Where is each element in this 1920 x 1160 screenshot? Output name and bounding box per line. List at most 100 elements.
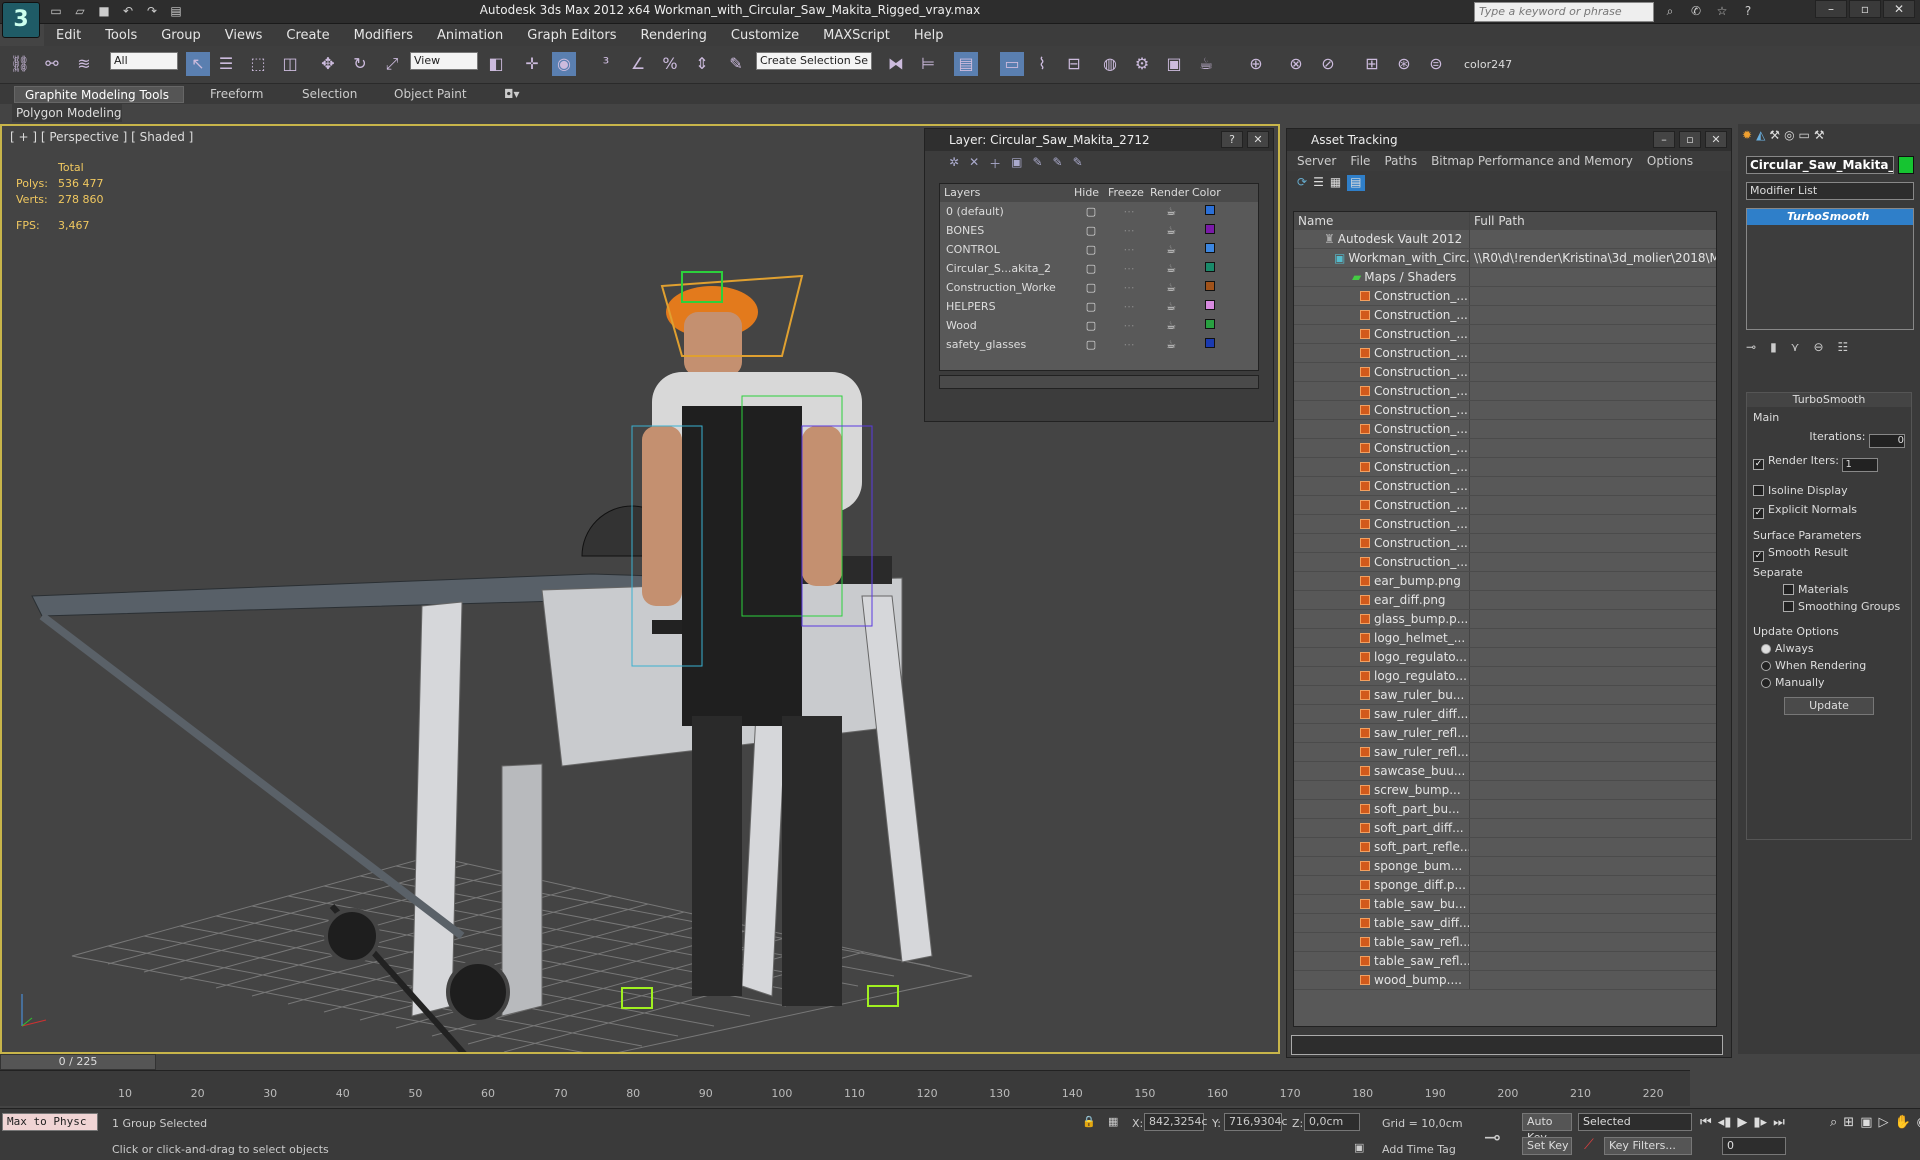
asset-dialog-title[interactable]: Asset Tracking – ▫ ✕	[1287, 129, 1731, 151]
prev-frame-icon[interactable]: ◂▮	[1718, 1115, 1732, 1130]
when-rendering-radio[interactable]	[1761, 661, 1771, 671]
play-icon[interactable]: ▶	[1737, 1115, 1747, 1130]
thumbnail-view-icon[interactable]: ▦	[1330, 175, 1341, 191]
layer-name[interactable]: 0 (default)	[940, 202, 1074, 221]
tab-selection[interactable]: Selection	[292, 86, 367, 103]
scale-icon[interactable]: ⤢	[380, 52, 404, 76]
layer-color-swatch[interactable]	[1192, 335, 1228, 354]
rendered-frame-icon[interactable]: ▣	[1162, 52, 1186, 76]
set-key-mode-icon[interactable]: ⊸	[1484, 1125, 1501, 1149]
list-view-icon[interactable]: ☰	[1313, 175, 1324, 191]
layer-close-button[interactable]: ✕	[1247, 131, 1269, 148]
highlight-layer-icon[interactable]: ✎	[1032, 155, 1042, 175]
layer-row[interactable]: Wood ▢ ⋯ ☕	[940, 316, 1258, 335]
tab-graphite-modeling[interactable]: Graphite Modeling Tools	[14, 86, 184, 103]
reference-coordinate-dropdown[interactable]: View	[410, 52, 478, 70]
asset-path-field[interactable]	[1291, 1035, 1723, 1055]
graphite-ribbon-icon[interactable]: ▭	[1000, 52, 1024, 76]
asset-row[interactable]: saw_ruler_refl...	[1294, 724, 1716, 743]
always-radio[interactable]	[1761, 644, 1771, 654]
make-unique-icon[interactable]: ⋎	[1791, 340, 1800, 354]
delete-layer-icon[interactable]: ✕	[969, 155, 979, 175]
layer-dialog-title[interactable]: Layer: Circular_Saw_Makita_2712 ? ✕	[925, 129, 1273, 151]
asset-row[interactable]: glass_bump.p...	[1294, 610, 1716, 629]
layer-color-swatch[interactable]	[1192, 297, 1228, 316]
material-editor-icon[interactable]: ◍	[1098, 52, 1122, 76]
pin-stack-icon[interactable]: ⊸	[1746, 340, 1756, 354]
time-slider[interactable]: 0 / 225	[0, 1054, 156, 1070]
layer-color-swatch[interactable]	[1192, 316, 1228, 335]
modify-tab-icon[interactable]: ◭	[1756, 128, 1765, 144]
col-full-path[interactable]: Full Path	[1470, 212, 1716, 230]
layer-color-swatch[interactable]	[1192, 278, 1228, 297]
select-by-name-icon[interactable]: ☰	[214, 52, 238, 76]
favorites-icon[interactable]: ☆	[1712, 2, 1732, 20]
modifier-list-dropdown[interactable]: Modifier List	[1746, 182, 1914, 200]
goto-start-icon[interactable]: ⏮	[1700, 1115, 1712, 1130]
layer-hide-toggle[interactable]: ▢	[1074, 316, 1108, 335]
pivot-center-icon[interactable]: ◧	[484, 52, 508, 76]
asset-row[interactable]: saw_ruler_diff...	[1294, 705, 1716, 724]
asset-menu-bitmap[interactable]: Bitmap Performance and Memory	[1431, 151, 1633, 171]
menu-group[interactable]: Group	[149, 28, 213, 43]
tab-freeform[interactable]: Freeform	[200, 86, 273, 103]
select-manipulate-icon[interactable]: ✛	[520, 52, 544, 76]
search-input[interactable]: Type a keyword or phrase	[1474, 2, 1654, 22]
layer-hide-toggle[interactable]: ▢	[1074, 297, 1108, 316]
asset-row[interactable]: Construction_...	[1294, 363, 1716, 382]
rotate-icon[interactable]: ↻	[348, 52, 372, 76]
layer-freeze-toggle[interactable]: ⋯	[1108, 221, 1150, 240]
asset-row[interactable]: Construction_...	[1294, 420, 1716, 439]
layer-color-swatch[interactable]	[1192, 240, 1228, 259]
asset-row[interactable]: ▣ Workman_with_Circ... \\R0\d\!render\Kris…	[1294, 249, 1716, 268]
edit-named-selection-icon[interactable]: ✎	[724, 52, 748, 76]
object-color-swatch[interactable]	[1898, 156, 1914, 174]
smoothing-groups-checkbox[interactable]	[1783, 601, 1794, 612]
vray-icon-4[interactable]: ⊞	[1360, 52, 1384, 76]
hide-all-icon[interactable]: ✎	[1053, 155, 1063, 175]
render-setup-icon[interactable]: ⚙	[1130, 52, 1154, 76]
select-object-icon[interactable]: ↖	[186, 52, 210, 76]
layer-hide-toggle[interactable]: ▢	[1074, 259, 1108, 278]
layer-name[interactable]: safety_glasses	[940, 335, 1074, 354]
menu-graph-editors[interactable]: Graph Editors	[515, 28, 628, 43]
object-name-field[interactable]: Circular_Saw_Makita_27	[1746, 156, 1894, 174]
time-tag-icon[interactable]: ▣	[1354, 1141, 1364, 1154]
explicit-normals-checkbox[interactable]: ✓	[1753, 508, 1764, 519]
col-hide[interactable]: Hide	[1074, 184, 1108, 202]
layer-freeze-toggle[interactable]: ⋯	[1108, 335, 1150, 354]
asset-menu-paths[interactable]: Paths	[1384, 151, 1417, 171]
refresh-icon[interactable]: ⟳	[1297, 175, 1307, 191]
layer-row[interactable]: 0 (default) ▢ ⋯ ☕	[940, 202, 1258, 221]
layer-hide-toggle[interactable]: ▢	[1074, 202, 1108, 221]
key-filters-button[interactable]: Key Filters...	[1604, 1137, 1692, 1155]
goto-end-icon[interactable]: ⏭	[1773, 1115, 1785, 1130]
window-crossing-icon[interactable]: ◫	[278, 52, 302, 76]
layer-hide-toggle[interactable]: ▢	[1074, 221, 1108, 240]
menu-create[interactable]: Create	[274, 28, 341, 43]
current-frame-field[interactable]: 0	[1722, 1137, 1786, 1155]
key-selection-dropdown[interactable]: Selected	[1578, 1113, 1692, 1131]
render-iters-spinner[interactable]: 1	[1842, 458, 1879, 472]
stack-item-turbosmooth[interactable]: TurboSmooth	[1747, 209, 1913, 225]
redo-icon[interactable]: ↷	[142, 2, 162, 20]
app-logo[interactable]: 3	[2, 2, 40, 38]
link-icon[interactable]: ⛓	[8, 52, 32, 76]
create-tab-icon[interactable]: ✹	[1742, 128, 1752, 144]
asset-row[interactable]: Construction_...	[1294, 306, 1716, 325]
polygon-modeling-panel[interactable]: Polygon Modeling	[12, 104, 122, 122]
table-view-icon[interactable]: ▤	[1347, 175, 1365, 191]
layer-row[interactable]: CONTROL ▢ ⋯ ☕	[940, 240, 1258, 259]
layer-name[interactable]: HELPERS	[940, 297, 1074, 316]
layer-row[interactable]: HELPERS ▢ ⋯ ☕	[940, 297, 1258, 316]
smooth-result-checkbox[interactable]: ✓	[1753, 551, 1764, 562]
rectangle-selection-icon[interactable]: ⬚	[246, 52, 270, 76]
asset-row[interactable]: Construction_...	[1294, 382, 1716, 401]
vray-icon-5[interactable]: ⊛	[1392, 52, 1416, 76]
asset-row[interactable]: logo_regulato...	[1294, 648, 1716, 667]
asset-row[interactable]: Construction_...	[1294, 344, 1716, 363]
layer-freeze-toggle[interactable]: ⋯	[1108, 202, 1150, 221]
communication-icon[interactable]: ✆	[1686, 2, 1706, 20]
asset-minimize-button[interactable]: –	[1653, 131, 1675, 148]
layer-freeze-toggle[interactable]: ⋯	[1108, 316, 1150, 335]
